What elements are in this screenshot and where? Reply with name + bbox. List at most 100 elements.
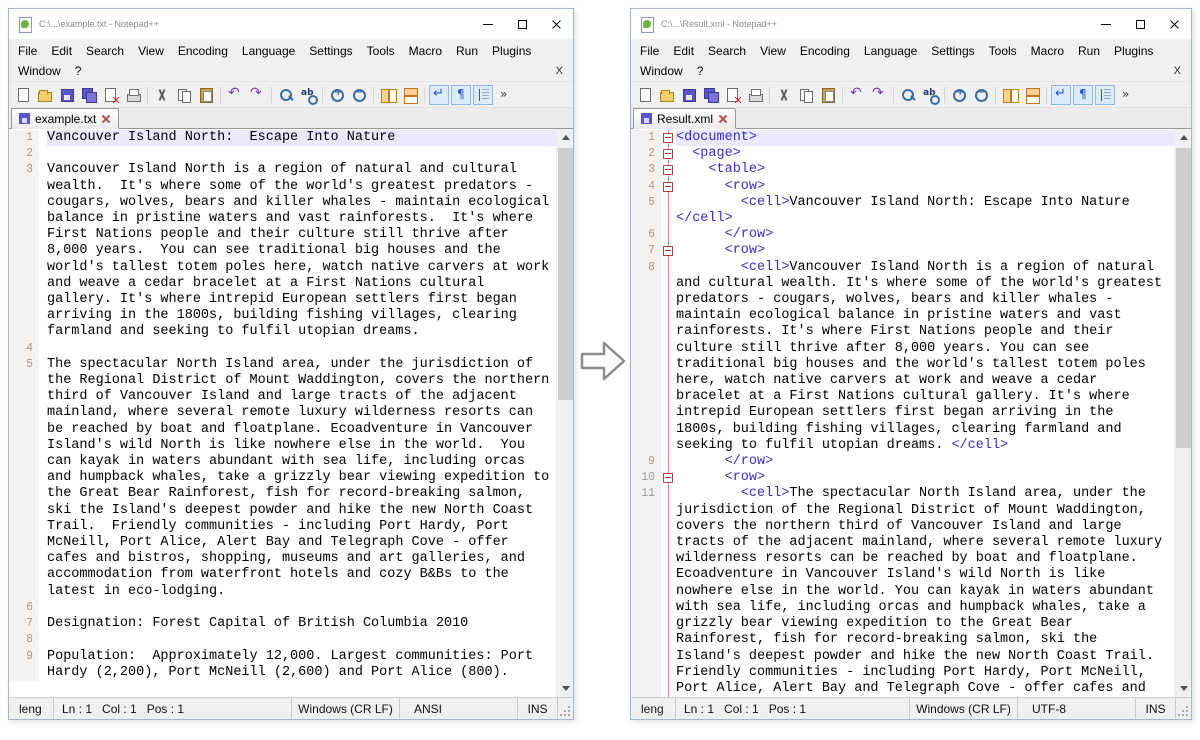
resize-grip[interactable] — [557, 698, 573, 719]
menu-close-button[interactable]: X — [1174, 65, 1181, 77]
undo-button[interactable] — [847, 85, 867, 105]
menu-item-help[interactable]: ? — [68, 64, 89, 78]
find-button[interactable] — [276, 85, 296, 105]
menu-item-edit[interactable]: Edit — [44, 44, 79, 58]
sync-vertical-scroll-button[interactable] — [1000, 85, 1020, 105]
copy-button[interactable] — [174, 85, 194, 105]
menu-item-window[interactable]: Window — [11, 64, 68, 78]
new-file-button[interactable] — [635, 85, 655, 105]
save-button[interactable] — [57, 85, 77, 105]
word-wrap-button[interactable] — [429, 85, 449, 105]
redo-button[interactable] — [247, 85, 267, 105]
menu-item-settings[interactable]: Settings — [924, 44, 981, 58]
menu-item-plugins[interactable]: Plugins — [485, 44, 538, 58]
scroll-down-button[interactable] — [557, 680, 573, 697]
menu-item-search[interactable]: Search — [701, 44, 753, 58]
status-insert-mode[interactable]: INS — [1135, 698, 1175, 719]
menu-item-language[interactable]: Language — [857, 44, 924, 58]
replace-button[interactable] — [298, 85, 318, 105]
undo-button[interactable] — [225, 85, 245, 105]
tab-close-icon[interactable] — [101, 114, 111, 124]
new-file-button[interactable] — [13, 85, 33, 105]
find-button[interactable] — [898, 85, 918, 105]
paste-button[interactable] — [196, 85, 216, 105]
show-all-characters-button[interactable] — [451, 85, 471, 105]
print-button[interactable] — [745, 85, 765, 105]
zoom-in-button[interactable] — [327, 85, 347, 105]
print-button[interactable] — [123, 85, 143, 105]
vertical-scrollbar[interactable] — [556, 129, 573, 697]
resize-grip[interactable] — [1175, 698, 1191, 719]
fold-collapse-button[interactable] — [663, 165, 673, 175]
maximize-button[interactable] — [1123, 9, 1157, 39]
word-wrap-button[interactable] — [1051, 85, 1071, 105]
menu-item-file[interactable]: File — [11, 44, 44, 58]
sync-horizontal-scroll-button[interactable] — [400, 85, 420, 105]
menu-close-button[interactable]: X — [556, 65, 563, 77]
redo-button[interactable] — [869, 85, 889, 105]
vertical-scrollbar[interactable] — [1174, 129, 1191, 697]
scroll-up-button[interactable] — [1175, 129, 1191, 146]
menu-item-view[interactable]: View — [753, 44, 793, 58]
fold-collapse-button[interactable] — [663, 246, 673, 256]
menu-item-tools[interactable]: Tools — [360, 44, 402, 58]
save-all-button[interactable] — [79, 85, 99, 105]
cut-button[interactable] — [774, 85, 794, 105]
menu-item-encoding[interactable]: Encoding — [793, 44, 857, 58]
show-all-characters-button[interactable] — [1073, 85, 1093, 105]
fold-collapse-button[interactable] — [663, 473, 673, 483]
save-button[interactable] — [679, 85, 699, 105]
title-bar[interactable]: C:\...\example.txt - Notepad++ — [9, 9, 573, 39]
show-indent-guide-button[interactable] — [1095, 85, 1115, 105]
open-file-button[interactable] — [657, 85, 677, 105]
maximize-button[interactable] — [505, 9, 539, 39]
close-file-button[interactable] — [723, 85, 743, 105]
sync-vertical-scroll-button[interactable] — [378, 85, 398, 105]
menu-item-macro[interactable]: Macro — [402, 44, 449, 58]
toolbar-overflow-button[interactable] — [1117, 85, 1137, 105]
menu-item-view[interactable]: View — [131, 44, 171, 58]
toolbar-overflow-button[interactable] — [495, 85, 515, 105]
cut-button[interactable] — [152, 85, 172, 105]
scrollbar-thumb[interactable] — [1176, 148, 1191, 448]
fold-collapse-button[interactable] — [663, 133, 673, 143]
open-file-button[interactable] — [35, 85, 55, 105]
tab-example-txt[interactable]: example.txt — [11, 108, 119, 129]
scroll-up-button[interactable] — [557, 129, 573, 146]
editor-area[interactable]: 1<document>2 <page>3 <table>4 <row>5 <ce… — [631, 129, 1191, 697]
menu-item-language[interactable]: Language — [235, 44, 302, 58]
close-file-button[interactable] — [101, 85, 121, 105]
save-all-button[interactable] — [701, 85, 721, 105]
scrollbar-thumb[interactable] — [558, 148, 573, 400]
minimize-button[interactable] — [471, 9, 505, 39]
menu-item-settings[interactable]: Settings — [302, 44, 359, 58]
close-button[interactable] — [539, 9, 573, 39]
fold-collapse-button[interactable] — [663, 149, 673, 159]
close-button[interactable] — [1157, 9, 1191, 39]
menu-item-file[interactable]: File — [633, 44, 666, 58]
tab-result-xml[interactable]: Result.xml — [633, 108, 736, 129]
minimize-button[interactable] — [1089, 9, 1123, 39]
replace-button[interactable] — [920, 85, 940, 105]
menu-item-macro[interactable]: Macro — [1024, 44, 1071, 58]
menu-item-edit[interactable]: Edit — [666, 44, 701, 58]
zoom-out-button[interactable] — [349, 85, 369, 105]
zoom-in-button[interactable] — [949, 85, 969, 105]
scroll-down-button[interactable] — [1175, 680, 1191, 697]
menu-item-tools[interactable]: Tools — [982, 44, 1024, 58]
editor-area[interactable]: 1Vancouver Island North: Escape Into Nat… — [9, 129, 573, 697]
menu-item-help[interactable]: ? — [690, 64, 711, 78]
menu-item-plugins[interactable]: Plugins — [1107, 44, 1160, 58]
zoom-out-button[interactable] — [971, 85, 991, 105]
show-indent-guide-button[interactable] — [473, 85, 493, 105]
menu-item-search[interactable]: Search — [79, 44, 131, 58]
status-insert-mode[interactable]: INS — [517, 698, 557, 719]
menu-item-encoding[interactable]: Encoding — [171, 44, 235, 58]
menu-item-window[interactable]: Window — [633, 64, 690, 78]
title-bar[interactable]: C:\...\Result.xml - Notepad++ — [631, 9, 1191, 39]
paste-button[interactable] — [818, 85, 838, 105]
copy-button[interactable] — [796, 85, 816, 105]
fold-collapse-button[interactable] — [663, 182, 673, 192]
menu-item-run[interactable]: Run — [1071, 44, 1107, 58]
sync-horizontal-scroll-button[interactable] — [1022, 85, 1042, 105]
